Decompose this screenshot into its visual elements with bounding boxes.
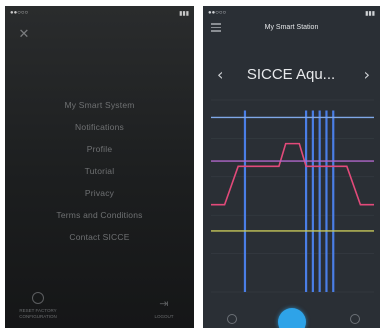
status-bar: ●●○○○ ▮▮▮ [5, 6, 194, 20]
menu-item-profile[interactable]: Profile [5, 138, 194, 160]
status-bar-right: ●●○○○ ▮▮▮ [203, 6, 380, 20]
menu-item-tutorial[interactable]: Tutorial [5, 160, 194, 182]
menu-item-my-smart-system[interactable]: My Smart System [5, 94, 194, 116]
side-menu: My Smart System Notifications Profile Tu… [5, 94, 194, 248]
battery-icon: ▮▮▮ [365, 11, 375, 17]
logout-icon: ⇥ [159, 297, 169, 310]
menu-item-privacy[interactable]: Privacy [5, 182, 194, 204]
carrier-signal: ●●○○○ [10, 10, 29, 16]
reset-factory-button[interactable]: RESET FACTORY CONFIGURATION [9, 292, 67, 320]
bottom-bar [203, 306, 380, 328]
close-icon[interactable]: ✕ [17, 28, 31, 42]
logout-label: LOGOUT [154, 314, 174, 319]
settings-icon[interactable] [350, 314, 360, 324]
menu-item-notifications[interactable]: Notifications [5, 116, 194, 138]
main-action-button[interactable] [277, 308, 306, 328]
home-icon[interactable] [227, 314, 237, 324]
menu-item-contact[interactable]: Contact SICCE [5, 226, 194, 248]
series-line [211, 142, 374, 206]
device-name: SICCE Aqu... [246, 66, 336, 83]
reset-icon [32, 292, 44, 304]
previous-device-arrow-icon[interactable]: ‹ [217, 62, 223, 88]
carrier-signal: ●●○○○ [208, 10, 227, 16]
next-device-arrow-icon[interactable]: › [364, 62, 370, 88]
logout-button[interactable]: ⇥ LOGOUT [144, 298, 184, 320]
nav-title: My Smart Station [264, 24, 319, 31]
menu-item-terms[interactable]: Terms and Conditions [5, 204, 194, 226]
battery-icon: ▮▮▮ [179, 11, 189, 17]
device-selector: ‹ SICCE Aqu... › [203, 62, 380, 88]
schedule-chart [211, 99, 374, 293]
chart-screen: ●●○○○ ▮▮▮ My Smart Station ‹ SICCE Aqu..… [203, 6, 380, 328]
reset-factory-label: RESET FACTORY CONFIGURATION [19, 308, 57, 319]
menu-screen: ●●○○○ ▮▮▮ ✕ My Smart System Notification… [5, 6, 194, 328]
